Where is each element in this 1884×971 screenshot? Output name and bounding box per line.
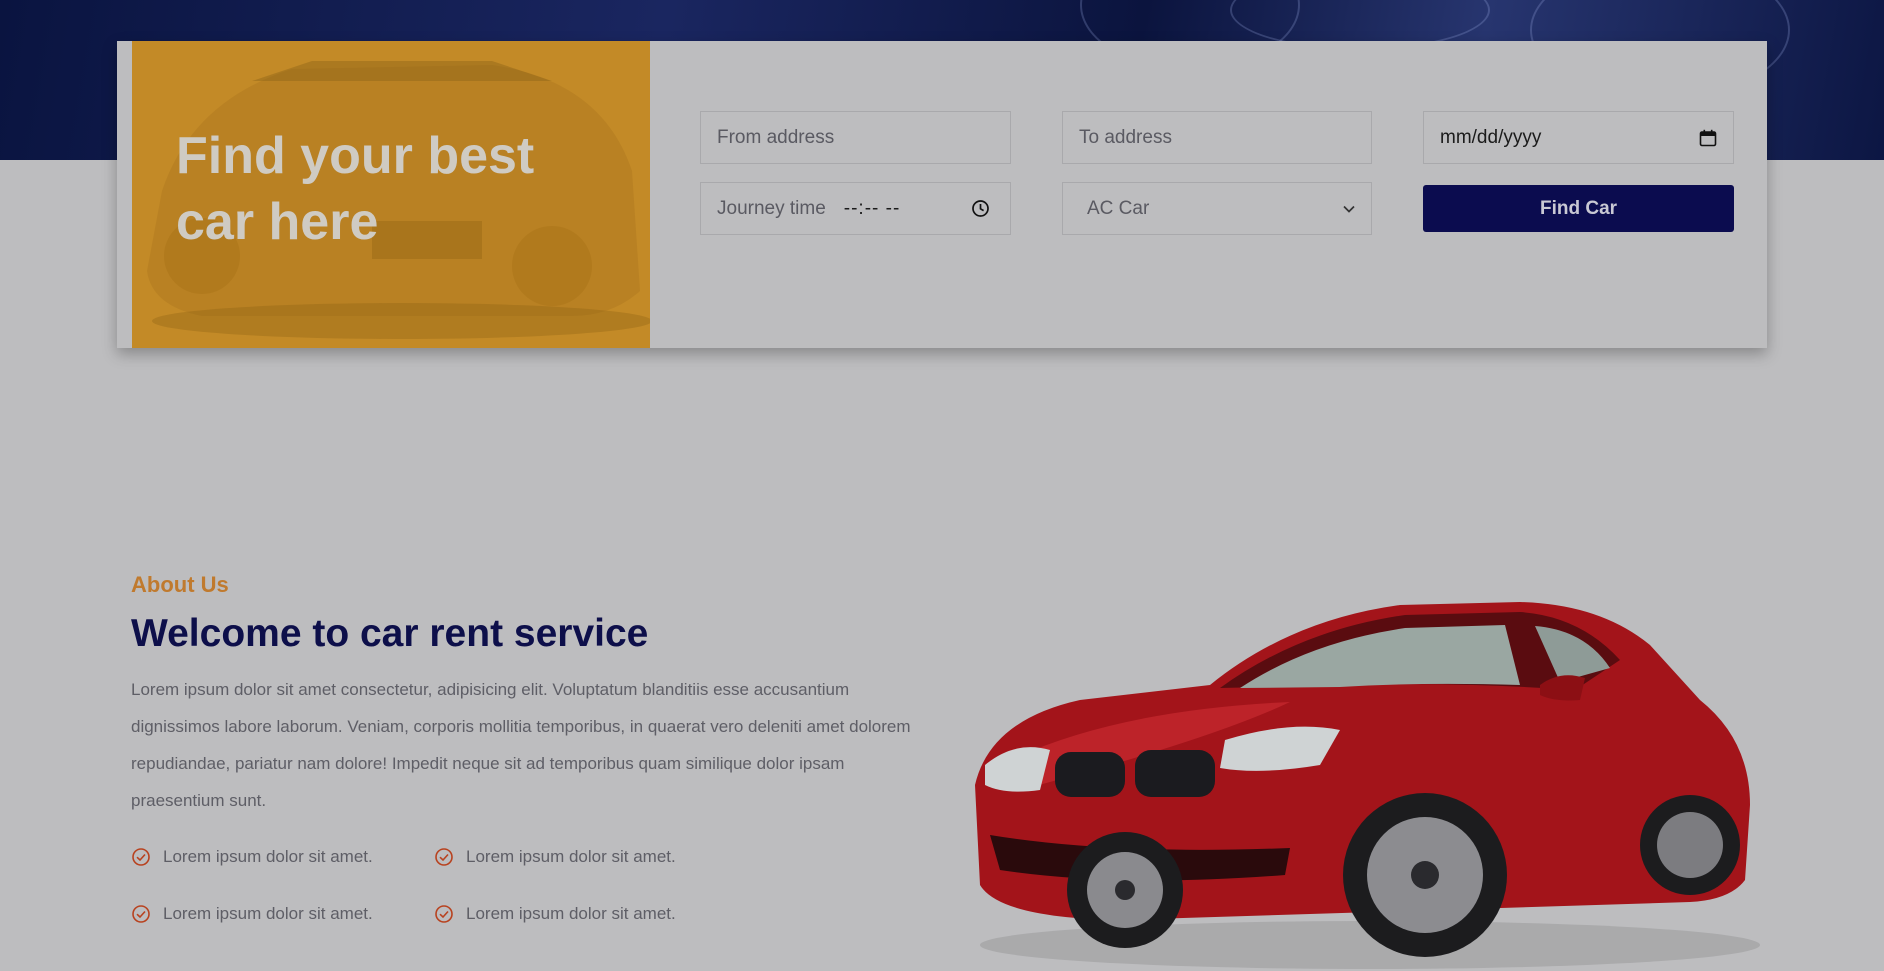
car-type-selected: AC Car	[1087, 197, 1150, 219]
check-circle-icon	[132, 905, 150, 923]
to-address-input[interactable]	[1079, 126, 1355, 149]
find-car-button[interactable]: Find Car	[1423, 185, 1734, 232]
promo-title: Find your best car here	[176, 127, 535, 251]
journey-date-field[interactable]: mm/dd/yyyy	[1423, 111, 1734, 164]
to-address-field[interactable]	[1062, 111, 1372, 164]
feature-item: Lorem ipsum dolor sit amet.	[434, 904, 676, 924]
journey-time-field[interactable]: Journey time --:-- --	[700, 182, 1011, 235]
date-value: mm/dd/yyyy	[1440, 126, 1542, 148]
calendar-icon[interactable]	[1699, 129, 1717, 147]
promo-panel: Find your best car here	[132, 41, 650, 348]
about-description: Lorem ipsum dolor sit amet consectetur, …	[131, 680, 911, 810]
check-circle-icon	[435, 848, 453, 866]
booking-card: Find your best car here mm/dd/yyyy Journ…	[117, 41, 1767, 348]
chevron-down-icon	[1343, 205, 1355, 213]
feature-text: Lorem ipsum dolor sit amet.	[163, 904, 373, 923]
car-type-select[interactable]: AC Car	[1062, 182, 1372, 235]
from-address-field[interactable]	[700, 111, 1011, 164]
feature-item: Lorem ipsum dolor sit amet.	[131, 904, 373, 924]
feature-text: Lorem ipsum dolor sit amet.	[163, 847, 373, 866]
journey-time-label: Journey time	[717, 197, 826, 219]
feature-item: Lorem ipsum dolor sit amet.	[434, 847, 676, 867]
check-circle-icon	[435, 905, 453, 923]
feature-text: Lorem ipsum dolor sit amet.	[466, 904, 676, 923]
from-address-input[interactable]	[717, 126, 994, 149]
red-car-image	[975, 602, 1760, 969]
clock-icon[interactable]	[971, 199, 990, 218]
about-eyebrow: About Us	[131, 572, 229, 597]
about-title: Welcome to car rent service	[131, 612, 649, 655]
feature-text: Lorem ipsum dolor sit amet.	[466, 847, 676, 866]
feature-item: Lorem ipsum dolor sit amet.	[131, 847, 373, 867]
check-circle-icon	[132, 848, 150, 866]
journey-time-value: --:-- --	[843, 197, 901, 219]
